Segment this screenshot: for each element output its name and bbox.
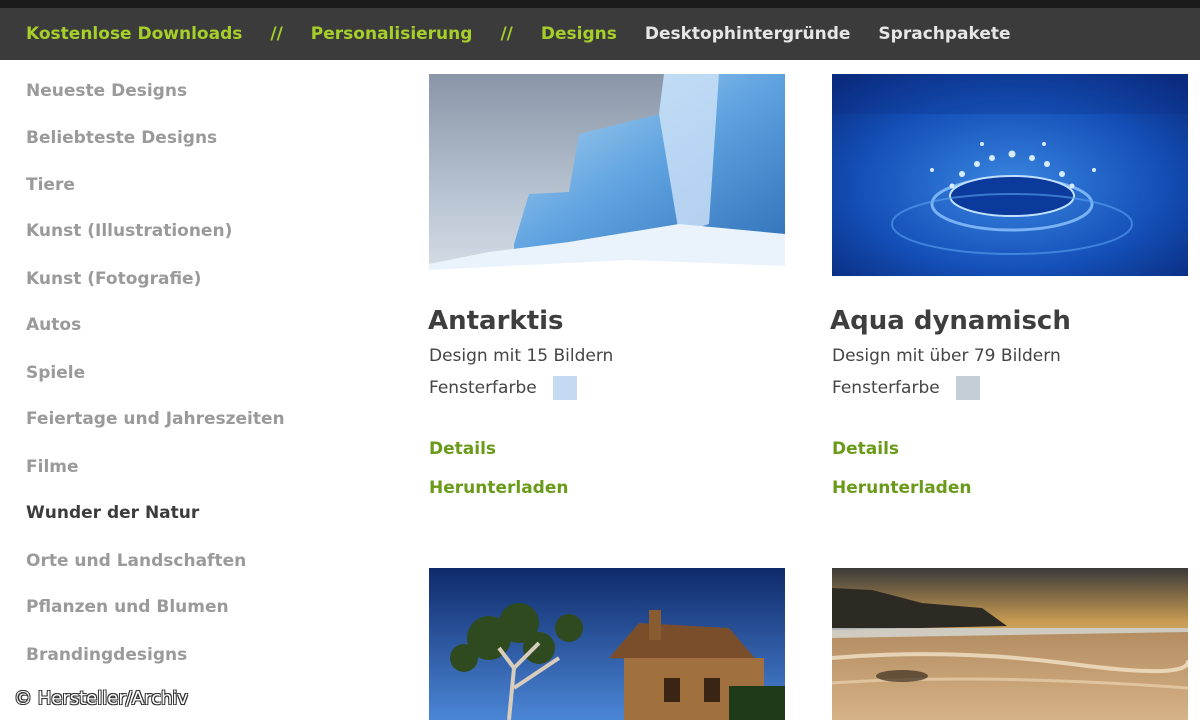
window-color-label: Fensterfarbe	[429, 378, 537, 398]
card-title[interactable]: Aqua dynamisch	[830, 306, 1071, 336]
window-color-swatch	[955, 376, 980, 400]
details-link[interactable]: Details	[429, 439, 496, 459]
sidebar-item-spiele[interactable]: Spiele	[26, 362, 85, 384]
aqua-dynamisch-thumbnail[interactable]	[832, 74, 1188, 276]
nav-kostenlose-downloads[interactable]: Kostenlose Downloads	[26, 24, 242, 44]
sidebar-item-feiertage[interactable]: Feiertage und Jahreszeiten	[26, 408, 285, 430]
download-link[interactable]: Herunterladen	[832, 478, 972, 498]
nav-personalisierung[interactable]: Personalisierung	[311, 24, 473, 44]
window-color-swatch	[552, 376, 577, 400]
card-title[interactable]: Antarktis	[428, 306, 564, 336]
sidebar-item-kunst-fotografie[interactable]: Kunst (Fotografie)	[26, 268, 201, 290]
copyright-watermark: © Hersteller/Archiv	[14, 688, 189, 709]
sidebar-item-orte-und-landschaften[interactable]: Orte und Landschaften	[26, 550, 246, 572]
details-link[interactable]: Details	[832, 439, 899, 459]
window-color-row: Fensterfarbe	[832, 376, 980, 400]
sidebar-item-tiere[interactable]: Tiere	[26, 174, 75, 196]
card-subtitle: Design mit über 79 Bildern	[832, 346, 1061, 366]
sidebar-item-neueste-designs[interactable]: Neueste Designs	[26, 80, 187, 102]
sidebar-item-filme[interactable]: Filme	[26, 456, 79, 478]
breadcrumb-separator: //	[500, 24, 513, 44]
top-navigation: Kostenlose Downloads // Personalisierung…	[0, 8, 1200, 60]
sidebar-item-kunst-illustrationen[interactable]: Kunst (Illustrationen)	[26, 220, 232, 242]
top-strip	[0, 0, 1200, 8]
antarktis-thumbnail[interactable]	[429, 74, 785, 276]
sidebar-item-beliebteste-designs[interactable]: Beliebteste Designs	[26, 127, 217, 149]
window-color-label: Fensterfarbe	[832, 378, 940, 398]
card-subtitle: Design mit 15 Bildern	[429, 346, 614, 366]
old-house-thumbnail[interactable]	[429, 568, 785, 720]
nav-desktophintergruende[interactable]: Desktophintergründe	[645, 24, 851, 44]
window-color-row: Fensterfarbe	[429, 376, 577, 400]
sidebar-item-autos[interactable]: Autos	[26, 314, 81, 336]
beach-thumbnail[interactable]	[832, 568, 1188, 720]
category-sidebar: Neueste Designs Beliebteste Designs Tier…	[0, 60, 400, 720]
nav-designs[interactable]: Designs	[541, 24, 617, 44]
download-link[interactable]: Herunterladen	[429, 478, 569, 498]
sidebar-item-brandingdesigns[interactable]: Brandingdesigns	[26, 644, 187, 666]
nav-sprachpakete[interactable]: Sprachpakete	[878, 24, 1010, 44]
sidebar-item-wunder-der-natur[interactable]: Wunder der Natur	[26, 502, 199, 524]
breadcrumb-separator: //	[270, 24, 283, 44]
sidebar-item-pflanzen-und-blumen[interactable]: Pflanzen und Blumen	[26, 596, 229, 618]
